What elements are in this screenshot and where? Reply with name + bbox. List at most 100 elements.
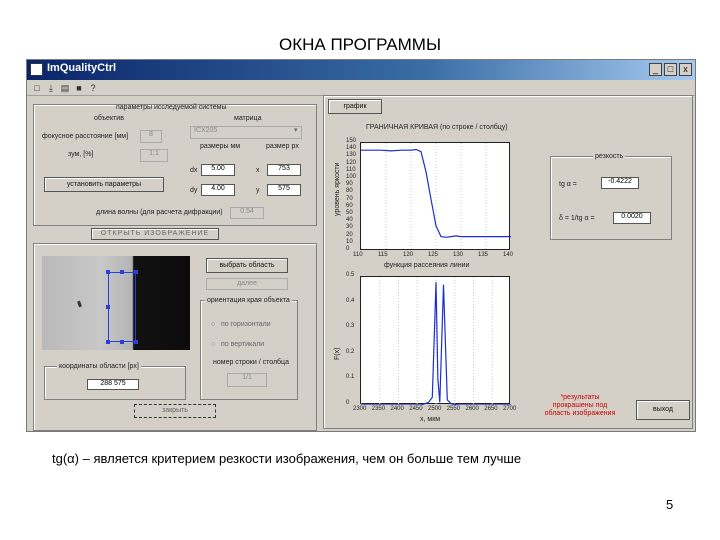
y-tick-label: 0.1 (346, 374, 355, 381)
row-col-field[interactable]: 1/1 (227, 373, 267, 387)
x-tick-label: 140 (503, 252, 514, 258)
edge-curve-svg (360, 143, 512, 251)
y-tick-label: 110 (346, 166, 356, 173)
selection-handle[interactable] (106, 305, 110, 309)
size-px-label: размер px (266, 143, 299, 150)
y-tick-label: 120 (346, 159, 357, 166)
window-titlebar: ImQualityCtrl _ □ x (27, 60, 695, 80)
dy-field[interactable]: 4.00 (201, 184, 235, 196)
coords-header: координаты области [px] (57, 363, 141, 370)
sharpness-panel: резкость tg α = -0.4222 δ = 1/tg α = 0.0… (550, 153, 672, 240)
x-tick-label: 2650 (484, 406, 498, 412)
top-chart-title: ГРАНИЧНАЯ КРИВАЯ (по строке / столбцу) (366, 124, 508, 131)
y-tick-label: 10 (346, 238, 353, 245)
x-tick-label: 2400 (390, 406, 404, 412)
y-tick-label: 100 (346, 174, 357, 180)
y-tick-label: 50 (346, 210, 353, 216)
y-tick-label: 140 (346, 145, 357, 152)
y-tick-label: 150 (346, 138, 357, 144)
exit-button[interactable]: выход (636, 400, 690, 420)
delta-value: 0.0020 (613, 212, 651, 224)
wavelength-field[interactable]: 0.54 (230, 207, 264, 219)
toolbar: □ ⤓ ▤ ■ ? (27, 80, 695, 96)
selection-box[interactable] (108, 272, 136, 342)
close-button[interactable]: x (679, 63, 692, 76)
y-tick-label: 0.4 (346, 297, 355, 304)
params-panel: параметры исследуемой системы объектив м… (33, 104, 317, 226)
open-image-button[interactable]: ОТКРЫТЬ ИЗОБРАЖЕНИЕ (91, 228, 219, 240)
y-tick-label: 0.2 (346, 348, 355, 355)
params-header: параметры исследуемой системы (116, 104, 227, 111)
edge-curve-plot (360, 142, 512, 251)
dx-label: dx (190, 167, 198, 174)
orientation-panel: ориентация края объекта ○ по горизонтали… (200, 297, 298, 400)
lsf-svg (360, 277, 512, 406)
select-area-button[interactable]: выбрать область (206, 258, 288, 273)
minimize-button[interactable]: _ (649, 63, 662, 76)
print-icon[interactable]: ▤ (59, 82, 71, 94)
open-icon[interactable]: □ (31, 82, 43, 94)
px-x-field[interactable]: 753 (267, 164, 301, 176)
y-tick-label: 0 (346, 246, 350, 252)
tg-label: tg α = (559, 181, 577, 188)
selection-handle[interactable] (106, 270, 110, 274)
chevron-down-icon: ▾ (294, 127, 298, 134)
y-tick-label: 130 (346, 152, 357, 159)
selection-handle[interactable] (134, 340, 138, 344)
orientation-header: ориентация края объекта (205, 297, 292, 304)
dx-field[interactable]: 5.00 (201, 164, 235, 176)
vertical-option: по вертикали (221, 341, 265, 348)
px-y-field[interactable]: 575 (267, 184, 301, 196)
sharpness-header: резкость (593, 153, 626, 160)
x-tick-label: 125 (428, 252, 439, 258)
px-y-sym: y (256, 187, 260, 194)
horizontal-radio[interactable]: ○ (211, 321, 215, 328)
x-tick-label: 2300 (353, 406, 367, 412)
selection-handle[interactable] (106, 340, 110, 344)
tg-value: -0.4222 (601, 177, 639, 189)
apply-params-button[interactable]: установить параметры (44, 177, 164, 192)
delta-label: δ = 1/tg α = (559, 215, 595, 222)
matrix-label: матрица (234, 115, 262, 122)
vertical-radio[interactable]: ○ (211, 341, 215, 348)
selection-handle[interactable] (134, 270, 138, 274)
lsf-plot (360, 276, 512, 406)
horizontal-option: по горизонтали (221, 321, 271, 328)
next-button[interactable]: далее (206, 278, 288, 290)
dy-label: dy (190, 187, 198, 194)
series-line-0 (361, 148, 511, 238)
focal-field[interactable]: 8 (140, 130, 162, 143)
page-number: 5 (666, 497, 674, 512)
app-icon (30, 63, 43, 76)
coords-panel: координаты области [px] 288 575 (44, 363, 186, 400)
zoom-field[interactable]: 1:1 (140, 149, 168, 162)
y-tick-label: 20 (346, 231, 353, 238)
results-note: *результаты прокрашены под область изобр… (544, 394, 616, 417)
app-window: ImQualityCtrl _ □ x □ ⤓ ▤ ■ ? параметры … (26, 59, 696, 432)
stop-icon[interactable]: ■ (73, 82, 85, 94)
tab-graph[interactable]: график (328, 99, 382, 114)
x-tick-label: 2550 (446, 406, 461, 412)
x-tick-label: 2600 (465, 406, 479, 412)
y-tick-label: 0 (346, 400, 350, 406)
x-tick-label: 115 (378, 252, 388, 258)
close-area-button[interactable]: закрыть (134, 404, 216, 418)
x-tick-label: 130 (453, 252, 464, 258)
x-tick-label: 2450 (409, 406, 423, 412)
x-tick-label: 2700 (503, 406, 517, 412)
maximize-button[interactable]: □ (664, 63, 677, 76)
save-icon[interactable]: ⤓ (45, 82, 57, 94)
y-tick-label: 0.5 (346, 272, 355, 278)
selection-handle[interactable] (120, 270, 124, 274)
size-mm-label: размеры мм (200, 143, 241, 150)
coords-field[interactable]: 288 575 (87, 379, 139, 390)
image-panel: выбрать область далее ориентация края об… (33, 243, 317, 431)
top-chart-ylabel: уровень яркости (334, 162, 341, 216)
bottom-chart-xlabel: x, мкм (420, 416, 441, 423)
help-icon[interactable]: ? (87, 82, 99, 94)
focal-label: фокусное расстояние [мм] (42, 133, 129, 140)
selection-handle[interactable] (120, 340, 124, 344)
object-label: объектив (94, 115, 124, 122)
matrix-select[interactable]: ICX205 (190, 126, 302, 139)
bottom-chart-title: функция рассеяния линии (384, 262, 470, 269)
